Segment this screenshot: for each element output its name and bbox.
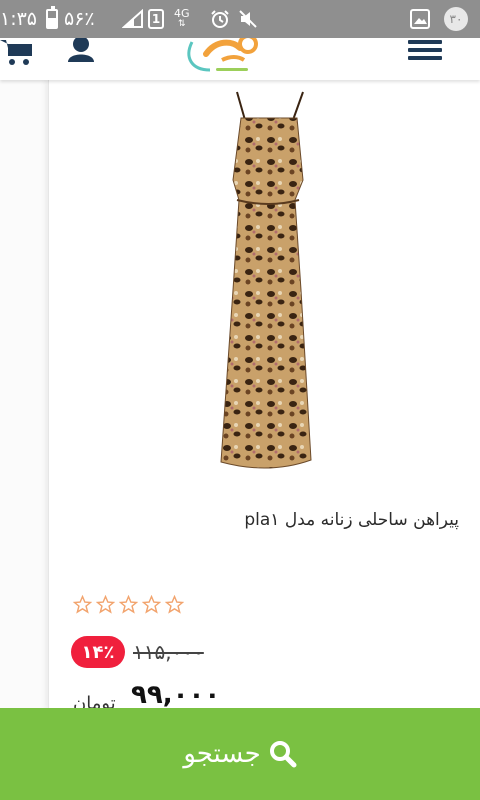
cart-icon[interactable]	[0, 38, 34, 68]
rating-stars	[73, 595, 184, 614]
battery-icon	[46, 0, 58, 38]
gallery-icon	[410, 0, 430, 38]
product-card[interactable]: پیراهن ساحلی زنانه مدل pla۱ ۱۴٪ ۱۱۵,۰۰۰ …	[48, 80, 480, 714]
network-icon: 4G ⇅	[174, 7, 190, 29]
search-icon	[269, 741, 297, 768]
status-time: ۱:۳۵	[0, 8, 38, 30]
product-title[interactable]: پیراهن ساحلی زنانه مدل pla۱	[244, 510, 459, 530]
battery-percent: ۵۶٪	[64, 8, 95, 30]
user-icon[interactable]	[64, 36, 98, 64]
status-bar: ۱:۳۵ ۵۶٪ 1 4G ⇅ ۳۰	[0, 0, 480, 38]
star-icon	[119, 595, 138, 614]
hamburger-menu-icon[interactable]	[408, 40, 442, 62]
signal-icon	[122, 0, 144, 38]
sim-label: 1	[148, 9, 164, 29]
current-price: ۹۹,۰۰۰	[131, 680, 221, 710]
star-icon	[142, 595, 161, 614]
search-label: جستجو	[183, 739, 261, 769]
notification-badge: ۳۰	[444, 0, 468, 38]
discount-badge: ۱۴٪	[71, 636, 125, 668]
star-icon	[165, 595, 184, 614]
sim-icon: 1	[148, 0, 164, 38]
star-icon	[73, 595, 92, 614]
old-price: ۱۱۵,۰۰۰	[133, 640, 204, 664]
product-list: پیراهن ساحلی زنانه مدل pla۱ ۱۴٪ ۱۱۵,۰۰۰ …	[0, 80, 480, 714]
product-image[interactable]	[199, 90, 339, 480]
notification-badge-count: ۳۰	[444, 7, 468, 31]
mute-icon	[238, 0, 258, 38]
app-header	[0, 34, 480, 80]
network-label: 4G	[174, 7, 190, 20]
alarm-icon	[210, 0, 230, 38]
star-icon	[96, 595, 115, 614]
search-button[interactable]: جستجو	[0, 708, 480, 800]
